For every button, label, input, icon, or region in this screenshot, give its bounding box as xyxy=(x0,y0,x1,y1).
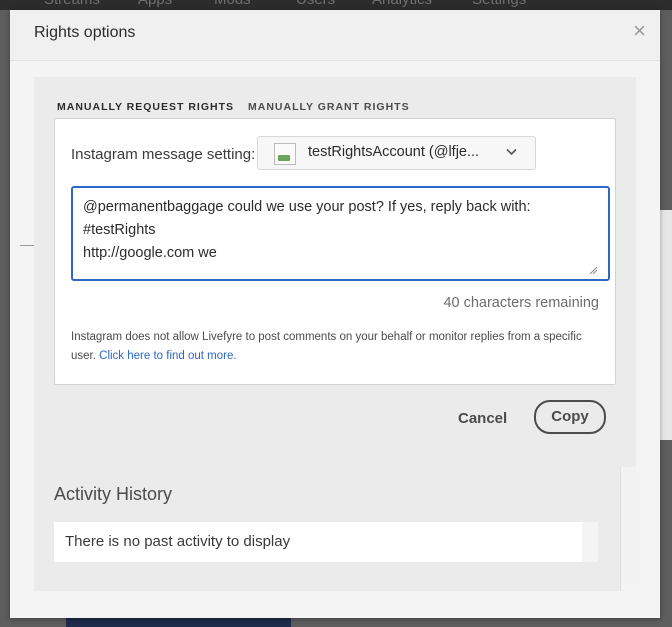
message-setting-label: Instagram message setting: xyxy=(71,146,256,163)
scrollbar[interactable] xyxy=(620,467,636,591)
background-nav-item: Mods xyxy=(214,0,251,8)
dialog-title: Rights options xyxy=(34,24,136,41)
activity-empty-row: There is no past activity to display xyxy=(54,522,598,562)
request-rights-card: Instagram message setting: testRightsAcc… xyxy=(54,118,616,385)
account-select-value: testRightsAccount (@lfje... xyxy=(308,144,480,160)
background-nav-item: Users xyxy=(296,0,335,8)
chevron-down-icon xyxy=(506,145,517,159)
char-count: 40 characters remaining xyxy=(443,295,599,311)
background-nav-item: Analytics xyxy=(372,0,432,8)
background-nav-item: Apps xyxy=(138,0,172,8)
copy-button[interactable]: Copy xyxy=(534,400,606,434)
dialog-content: MANUALLY REQUEST RIGHTS MANUALLY GRANT RI… xyxy=(34,77,636,591)
tab-manually-grant-rights[interactable]: MANUALLY GRANT RIGHTS xyxy=(248,101,410,118)
activity-history-heading: Activity History xyxy=(54,484,173,504)
instagram-info-text: Instagram does not allow Livefyre to pos… xyxy=(71,328,599,366)
broken-image-icon xyxy=(274,143,296,165)
account-select[interactable]: testRightsAccount (@lfje... xyxy=(257,136,536,170)
background-panel xyxy=(660,210,672,440)
background-nav-item: Streams xyxy=(44,0,100,8)
cancel-button[interactable]: Cancel xyxy=(458,410,507,427)
rights-options-dialog: Rights options × MANUALLY REQUEST RIGHTS… xyxy=(10,10,660,618)
activity-empty-text: There is no past activity to display xyxy=(65,533,291,550)
background-app-nav: Streams Apps Mods Users Analytics Settin… xyxy=(0,0,672,10)
message-textarea[interactable] xyxy=(71,186,610,281)
dialog-header: Rights options × xyxy=(10,10,660,61)
find-out-more-link[interactable]: Click here to find out more. xyxy=(99,350,236,362)
background-media-strip xyxy=(66,618,291,627)
resize-handle-icon[interactable] xyxy=(589,266,597,274)
rights-tabs: MANUALLY REQUEST RIGHTS MANUALLY GRANT RI… xyxy=(57,97,424,120)
background-nav-item: Settings xyxy=(472,0,526,8)
close-icon[interactable]: × xyxy=(633,20,646,42)
